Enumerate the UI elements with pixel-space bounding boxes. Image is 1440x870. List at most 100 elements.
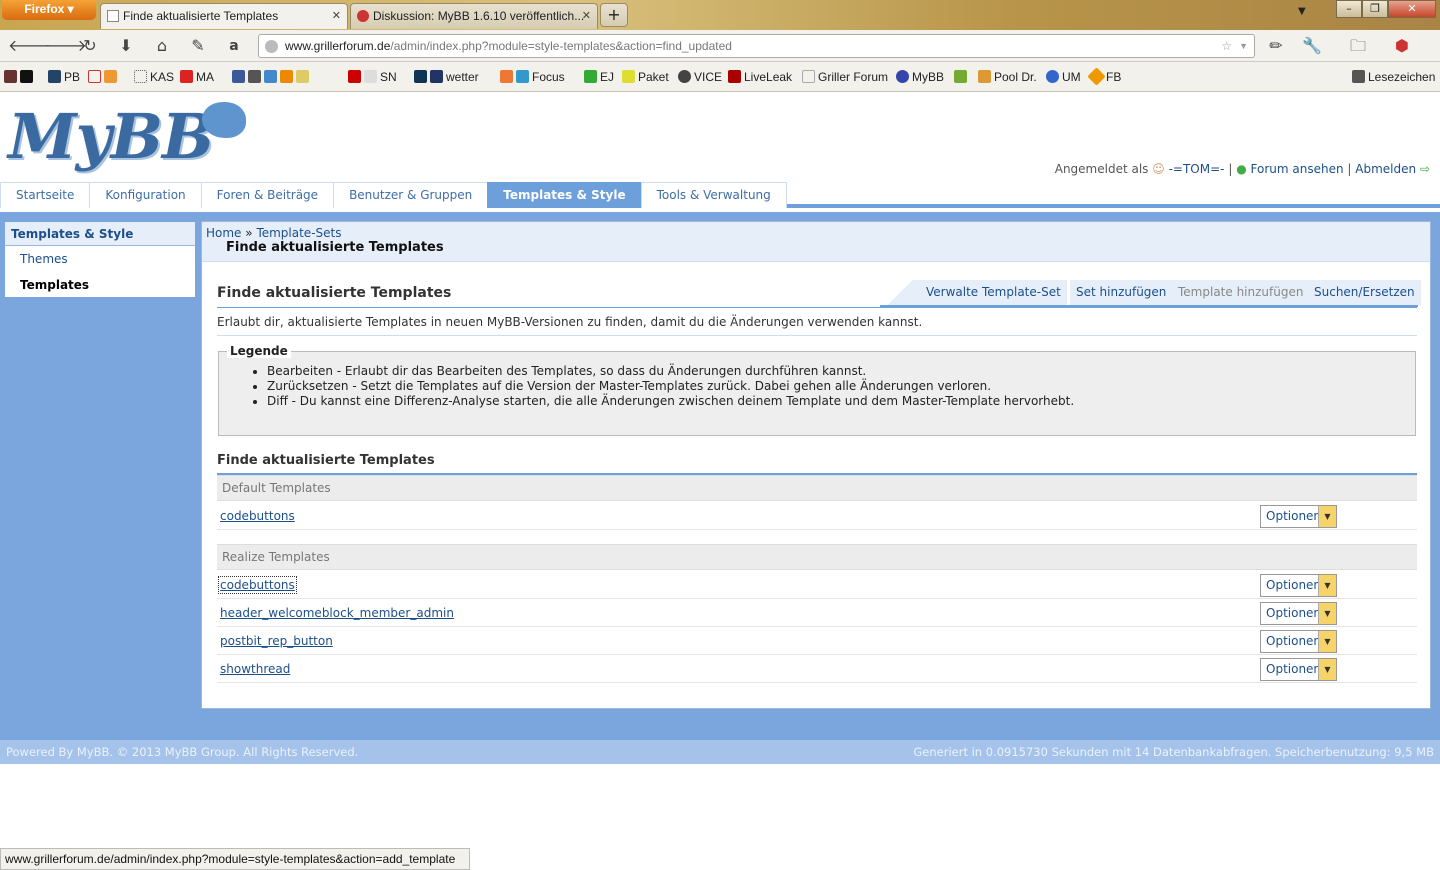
footer-copyright: Powered By MyBB. © 2013 MyBB Group. All … — [6, 745, 359, 759]
discussion-icon — [357, 10, 369, 22]
bookmark-item[interactable]: SN — [348, 70, 397, 84]
tab-add-template[interactable]: Template hinzufügen — [1172, 280, 1310, 305]
options-dropdown[interactable]: Optionen ▼ — [1260, 602, 1337, 625]
view-forum-link[interactable]: Forum ansehen — [1251, 162, 1344, 176]
bookmark-item[interactable]: MyBB — [896, 70, 944, 84]
bag-icon — [4, 70, 17, 83]
nav-konfiguration[interactable]: Konfiguration — [89, 182, 202, 208]
url-dropdown-icon[interactable]: ▼ — [1239, 35, 1248, 57]
pb-icon — [48, 70, 61, 83]
sidebar-item-themes[interactable]: Themes — [5, 246, 195, 272]
back-icon[interactable]: 🡐 — [8, 37, 51, 55]
tab-list-icon[interactable]: ▼ — [1298, 6, 1306, 17]
options-dropdown[interactable]: Optionen ▼ — [1260, 630, 1337, 653]
bookmark-item[interactable]: VICE — [678, 70, 722, 84]
nav-tools-verwaltung[interactable]: Tools & Verwaltung — [640, 182, 787, 208]
tab-search-replace[interactable]: Suchen/Ersetzen — [1308, 280, 1421, 305]
bookmark-item[interactable]: Griller Forum — [802, 70, 888, 84]
logout-link[interactable]: Abmelden — [1355, 162, 1416, 176]
mybb-logo[interactable]: MyBB — [8, 100, 214, 173]
browser-titlebar: Firefox ▾ Finde aktualisierte Templates … — [0, 0, 1440, 30]
close-window-button[interactable]: ✕ — [1388, 0, 1436, 18]
pencil-icon[interactable]: ✏ — [1266, 37, 1286, 55]
bookmark-item[interactable]: MA — [180, 70, 214, 84]
tool-icon — [248, 70, 261, 83]
username-link[interactable]: -=TOM=- — [1169, 162, 1225, 176]
tab-add-set[interactable]: Set hinzufügen — [1070, 280, 1173, 305]
reload-icon[interactable]: ↻ — [80, 37, 100, 55]
main-content: Home » Template-Sets Finde aktualisierte… — [201, 221, 1431, 709]
bookmark-item[interactable]: FB — [1087, 67, 1121, 86]
nav-templates-style[interactable]: Templates & Style — [487, 182, 642, 208]
amazon-icon[interactable]: a — [224, 37, 244, 55]
table-row: codebuttons Optionen ▼ — [217, 571, 1417, 599]
breadcrumb-sep: » — [245, 226, 253, 240]
forward-icon[interactable]: 🡒 — [44, 37, 87, 55]
griller-icon — [802, 70, 815, 83]
separator: | — [1347, 162, 1352, 176]
table-row: header_welcomeblock_member_admin Optione… — [217, 599, 1417, 627]
bookmark-item[interactable]: Focus — [500, 70, 565, 84]
globe-icon — [265, 40, 278, 53]
maximize-button[interactable]: ❐ — [1362, 0, 1388, 18]
template-link[interactable]: codebuttons — [220, 509, 295, 523]
bookmark-item[interactable] — [88, 70, 120, 84]
options-dropdown[interactable]: Optionen ▼ — [1260, 574, 1337, 597]
tab-inactive[interactable]: Diskussion: MyBB 1.6.10 veröffentlich...… — [350, 3, 598, 29]
addon-button-icon[interactable]: ⬢ — [1392, 37, 1412, 55]
legend-box: Legende Bearbeiten - Erlaubt dir das Bea… — [218, 344, 1416, 436]
bookmark-item[interactable] — [232, 70, 312, 84]
breadcrumb-home[interactable]: Home — [206, 226, 241, 240]
bookmark-star-icon[interactable]: ☆ — [1221, 35, 1232, 57]
table-row: showthread Optionen ▼ — [217, 655, 1417, 683]
chevron-down-icon: ▼ — [1318, 603, 1336, 624]
tab-manage-set[interactable]: Verwalte Template-Set — [920, 280, 1067, 305]
breadcrumb-template-sets[interactable]: Template-Sets — [256, 226, 341, 240]
bookmark-item[interactable] — [954, 70, 970, 84]
download-icon[interactable]: ⬇ — [116, 37, 136, 55]
tab-active[interactable]: Finde aktualisierte Templates ✕ — [100, 3, 348, 29]
tab-slant — [880, 280, 920, 305]
template-link[interactable]: codebuttons — [218, 576, 297, 594]
template-link[interactable]: postbit_rep_button — [220, 634, 333, 648]
minimize-button[interactable]: – — [1336, 0, 1362, 18]
sidebar: Templates & Style Themes Templates — [4, 221, 196, 298]
bookmark-item[interactable]: wetter — [414, 70, 479, 84]
bookmark-item[interactable]: UM — [1046, 70, 1081, 84]
nav-foren-beitraege[interactable]: Foren & Beiträge — [200, 182, 335, 208]
bookmark-item[interactable]: EJ — [584, 70, 614, 84]
bookmark-item[interactable]: Paket — [622, 70, 669, 84]
group-header: Default Templates — [217, 475, 1417, 501]
leaf-icon — [954, 70, 967, 83]
bookmark-item[interactable]: LiveLeak — [728, 70, 792, 84]
bookmarks-menu[interactable]: Lesezeichen — [1352, 70, 1435, 84]
home-icon[interactable]: ⌂ — [152, 37, 172, 55]
tools-icon[interactable]: 🔧 — [1302, 37, 1322, 55]
logout-arrow-icon: ⇨ — [1419, 162, 1430, 176]
nav-startseite[interactable]: Startseite — [0, 182, 91, 208]
close-tab-icon[interactable]: ✕ — [582, 4, 591, 28]
addon-icon[interactable]: ✎ — [188, 37, 208, 55]
nav-benutzer-gruppen[interactable]: Benutzer & Gruppen — [333, 182, 489, 208]
sidebar-item-templates[interactable]: Templates — [5, 272, 195, 298]
bookmark-item[interactable]: KAS — [134, 70, 174, 84]
bookmark-item[interactable]: Pool Dr. — [978, 70, 1037, 84]
table-title: Finde aktualisierte Templates — [217, 453, 435, 468]
refresh-icon — [296, 70, 309, 83]
bookmark-item[interactable]: PB — [48, 70, 80, 84]
new-tab-button[interactable]: + — [600, 3, 628, 27]
breadcrumb: Home » Template-Sets Finde aktualisierte… — [202, 222, 1430, 262]
user-info: Angemeldet als ☺ -=TOM=- | ● Forum anseh… — [1055, 162, 1430, 176]
template-link[interactable]: header_welcomeblock_member_admin — [220, 606, 454, 620]
options-dropdown[interactable]: Optionen ▼ — [1260, 658, 1337, 681]
amazon-icon — [20, 70, 33, 83]
section-description: Erlaubt dir, aktualisierte Templates in … — [217, 315, 923, 329]
close-tab-icon[interactable]: ✕ — [332, 4, 341, 28]
folder-icon[interactable]: 🗀 — [1348, 37, 1368, 55]
template-link[interactable]: showthread — [220, 662, 290, 676]
options-dropdown[interactable]: Optionen ▼ — [1260, 505, 1337, 528]
url-bar[interactable]: www.grillerforum.de/admin/index.php?modu… — [258, 34, 1255, 58]
bookmark-item[interactable] — [4, 70, 36, 84]
tab-label: Diskussion: MyBB 1.6.10 veröffentlich... — [373, 9, 585, 23]
firefox-menu-button[interactable]: Firefox ▾ — [2, 0, 96, 20]
